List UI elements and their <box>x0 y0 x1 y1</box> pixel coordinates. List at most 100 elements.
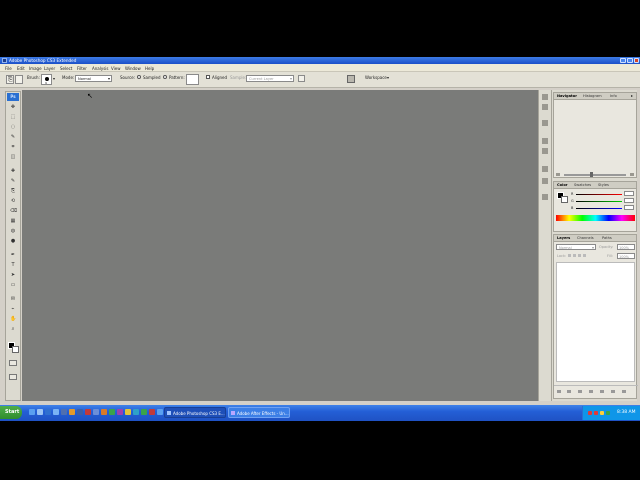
eraser-tool[interactable]: ⌫ <box>10 208 17 214</box>
menu-file[interactable]: File <box>5 66 12 71</box>
opacity-field[interactable]: 100% <box>617 244 635 250</box>
gradient-tool[interactable]: ▦ <box>10 218 16 224</box>
zoom-tool[interactable]: ⌕ <box>10 326 16 332</box>
tray-icon[interactable] <box>600 411 604 415</box>
green-slider[interactable] <box>576 200 622 202</box>
tab-histogram[interactable]: Histogram <box>583 94 602 98</box>
shape-tool[interactable]: ▭ <box>10 282 16 288</box>
blur-tool[interactable]: ◍ <box>10 228 16 234</box>
hand-tool[interactable]: ✋ <box>10 316 16 322</box>
background-color-swatch[interactable] <box>12 346 19 353</box>
screen-mode-button[interactable] <box>9 374 17 380</box>
lock-transparent-icon[interactable] <box>568 254 571 257</box>
minimize-button[interactable] <box>620 58 626 63</box>
histogram-icon[interactable] <box>542 104 548 110</box>
layers-list[interactable] <box>556 262 635 382</box>
tool-presets-icon[interactable] <box>542 194 548 200</box>
menu-window[interactable]: Window <box>125 66 141 71</box>
trash-icon[interactable] <box>622 390 626 393</box>
brush-mode-toggle[interactable] <box>15 75 23 84</box>
tool-preset-picker[interactable]: ⎘ <box>6 75 14 84</box>
tab-layers[interactable]: Layers <box>557 236 570 240</box>
brush-tool[interactable]: ✎ <box>10 178 16 184</box>
crop-tool[interactable]: ⌗ <box>10 144 16 150</box>
path-selection-tool[interactable]: ➤ <box>10 272 16 278</box>
panel-menu-icon[interactable]: ▸ <box>631 93 633 98</box>
bridge-icon[interactable] <box>347 75 355 83</box>
blue-slider[interactable] <box>576 207 622 209</box>
quicklaunch-app-icon[interactable] <box>85 409 91 415</box>
paragraph-icon[interactable] <box>542 178 548 184</box>
mode-select[interactable]: Normal ▾ <box>75 75 112 82</box>
zoom-slider[interactable] <box>564 174 626 176</box>
menu-layer[interactable]: Layer <box>44 66 55 71</box>
adjustment-layer-icon[interactable] <box>589 390 593 393</box>
zoom-slider-thumb[interactable] <box>590 172 593 177</box>
pattern-picker[interactable] <box>186 74 199 85</box>
blend-mode-select[interactable]: Normal ▾ <box>556 244 596 250</box>
quicklaunch-app-icon[interactable] <box>77 409 83 415</box>
aligned-checkbox[interactable] <box>206 75 210 79</box>
zoom-out-icon[interactable] <box>556 173 560 176</box>
maximize-button[interactable] <box>627 58 633 63</box>
quick-mask-button[interactable] <box>9 360 17 366</box>
dodge-tool[interactable]: ● <box>10 238 16 244</box>
quicklaunch-app-icon[interactable] <box>125 409 131 415</box>
pattern-radio[interactable] <box>163 75 167 79</box>
quicklaunch-app-icon[interactable] <box>93 409 99 415</box>
workspace-button[interactable]: Workspace <box>365 75 387 80</box>
new-group-icon[interactable] <box>600 390 604 393</box>
layer-mask-icon[interactable] <box>578 390 582 393</box>
color-spectrum-ramp[interactable] <box>556 215 635 221</box>
pen-tool[interactable]: ✒ <box>10 252 16 258</box>
lasso-tool[interactable]: ◌ <box>10 124 16 130</box>
menu-filter[interactable]: Filter <box>77 66 87 71</box>
clone-source-icon[interactable] <box>542 148 548 154</box>
background-color-swatch[interactable] <box>561 196 568 203</box>
quicklaunch-app-icon[interactable] <box>157 409 163 415</box>
tab-styles[interactable]: Styles <box>598 183 609 187</box>
navigator-icon[interactable] <box>542 94 548 100</box>
start-button[interactable]: Start <box>0 406 22 419</box>
tab-channels[interactable]: Channels <box>577 236 594 240</box>
close-button[interactable] <box>634 58 639 63</box>
tab-swatches[interactable]: Swatches <box>574 183 591 187</box>
red-slider[interactable] <box>576 193 622 195</box>
quicklaunch-app-icon[interactable] <box>133 409 139 415</box>
zoom-in-icon[interactable] <box>630 173 634 176</box>
lock-all-icon[interactable] <box>583 254 586 257</box>
quicklaunch-app-icon[interactable] <box>141 409 147 415</box>
tab-color[interactable]: Color <box>557 183 568 187</box>
quicklaunch-show-desktop-icon[interactable] <box>29 409 35 415</box>
tab-info[interactable]: Info <box>610 94 617 98</box>
menu-image[interactable]: Image <box>29 66 42 71</box>
menu-select[interactable]: Select <box>60 66 72 71</box>
character-icon[interactable] <box>542 166 548 172</box>
tray-icon[interactable] <box>588 411 592 415</box>
slice-tool[interactable]: ◫ <box>10 154 16 160</box>
sample-select[interactable]: Current Layer ▾ <box>246 75 294 82</box>
menu-view[interactable]: View <box>111 66 121 71</box>
quicklaunch-app-icon[interactable] <box>61 409 67 415</box>
quicklaunch-explorer-icon[interactable] <box>37 409 43 415</box>
sampled-radio[interactable] <box>137 75 141 79</box>
quicklaunch-app-icon[interactable] <box>117 409 123 415</box>
menu-help[interactable]: Help <box>145 66 154 71</box>
clock[interactable]: 8:38 AM <box>617 410 636 415</box>
marquee-tool[interactable]: ⬚ <box>10 114 16 120</box>
history-brush-tool[interactable]: ⟲ <box>10 198 16 204</box>
move-tool[interactable]: ✥ <box>10 104 16 110</box>
quicklaunch-app-icon[interactable] <box>109 409 115 415</box>
menu-analysis[interactable]: Analysis <box>92 66 108 71</box>
link-layers-icon[interactable] <box>557 390 561 393</box>
tray-icon[interactable] <box>594 411 598 415</box>
notes-tool[interactable]: ✉ <box>10 296 16 302</box>
menu-edit[interactable]: Edit <box>17 66 25 71</box>
task-photoshop[interactable]: Adobe Photoshop CS3 E... <box>164 407 226 418</box>
chevron-down-icon[interactable]: ▾ <box>53 76 55 81</box>
new-layer-icon[interactable] <box>611 390 615 393</box>
quicklaunch-app-icon[interactable] <box>53 409 59 415</box>
brushes-icon[interactable] <box>542 138 548 144</box>
healing-brush-tool[interactable]: ✚ <box>10 168 16 174</box>
type-tool[interactable]: T <box>10 262 16 268</box>
